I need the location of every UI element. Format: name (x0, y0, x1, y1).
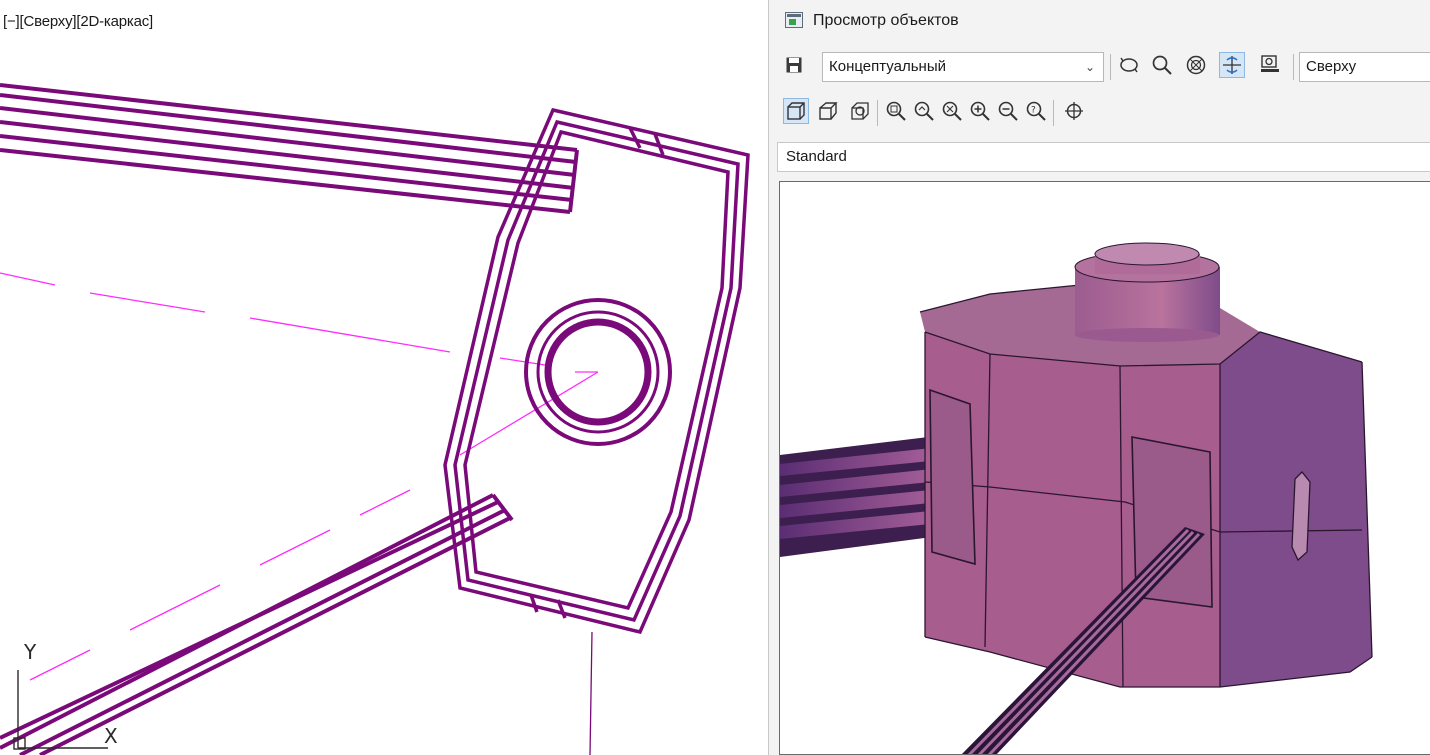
view-dropdown[interactable]: Сверху (1299, 52, 1430, 82)
zoom-extents-icon[interactable] (939, 98, 965, 124)
pan-target-icon[interactable] (1061, 98, 1087, 124)
window-title: Просмотр объектов (813, 12, 959, 29)
save-icon[interactable] (781, 52, 807, 78)
svg-text:?: ? (1031, 106, 1036, 116)
zoom-in-icon[interactable] (967, 98, 993, 124)
concept-model-render (780, 242, 1373, 754)
toolbar-separator (877, 100, 878, 126)
camera-icon[interactable] (1257, 52, 1283, 78)
chevron-down-icon: ⌄ (1084, 60, 1095, 74)
orbit-icon[interactable] (1116, 52, 1142, 78)
toolbar-top: Концептуальный ⌄ Сверху (769, 48, 1430, 86)
drawing-viewport[interactable]: [−][Сверху][2D-каркас] Y X (0, 0, 768, 755)
toolbar-separator (1110, 54, 1111, 80)
toolbar-separator (1053, 100, 1054, 126)
zoom-dynamic-icon[interactable]: ? (1023, 98, 1049, 124)
parallel-projection-icon[interactable] (783, 98, 809, 124)
perspective-projection-icon[interactable] (815, 98, 841, 124)
visual-style-value: Концептуальный (829, 58, 946, 75)
pan-icon[interactable] (1219, 52, 1245, 78)
steering-wheel-icon[interactable] (847, 98, 873, 124)
window-icon (785, 12, 803, 28)
toolbar-bottom: ? (769, 92, 1430, 130)
title-bar[interactable]: Просмотр объектов (769, 0, 1430, 44)
ucs-selector[interactable]: Standard (777, 142, 1430, 172)
view-value: Сверху (1306, 58, 1357, 75)
wireframe-drawing (0, 83, 750, 755)
top-cap (1074, 242, 1220, 342)
object-viewer-window: Просмотр объектов Концептуальный ⌄ Сверх… (768, 0, 1430, 755)
center-lines (0, 272, 599, 681)
top-beam (0, 83, 579, 214)
viewport-label[interactable]: [−][Сверху][2D-каркас] (3, 13, 153, 30)
bottom-beam (0, 493, 514, 755)
ucs-y-label: Y (24, 640, 37, 664)
zoom-icon[interactable] (1149, 52, 1175, 78)
object-preview-canvas[interactable] (779, 181, 1430, 755)
zoom-out-icon[interactable] (995, 98, 1021, 124)
zoom-realtime-icon[interactable] (911, 98, 937, 124)
wheel-icon[interactable] (1183, 52, 1209, 78)
zoom-window-icon[interactable] (883, 98, 909, 124)
toolbar-separator (1293, 54, 1294, 80)
ucs-x-label: X (104, 724, 118, 748)
visual-style-dropdown[interactable]: Концептуальный ⌄ (822, 52, 1104, 82)
housing-outline (443, 107, 750, 635)
